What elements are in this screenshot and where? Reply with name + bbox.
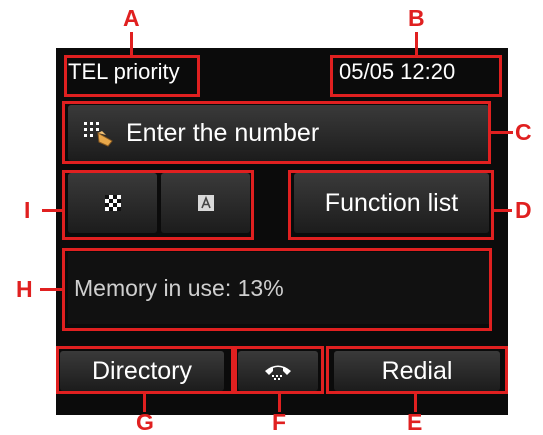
handset-icon — [265, 365, 291, 380]
callout-letter-i: I — [24, 197, 31, 223]
enter-number-label: Enter the number — [126, 118, 320, 147]
callout-letter-d: D — [515, 197, 532, 223]
callout-letter-g: G — [136, 409, 154, 435]
callout-letter-a: A — [123, 5, 140, 31]
callout-letter-e: E — [407, 409, 423, 435]
callout-letter-f: F — [272, 409, 287, 435]
enter-number-button[interactable]: Enter the number — [68, 105, 489, 161]
checker-icon — [104, 195, 121, 211]
callout-letter-c: C — [515, 119, 532, 145]
tel-priority-label: TEL priority — [68, 59, 180, 84]
callout-letter-b: B — [408, 5, 425, 31]
directory-button[interactable]: Directory — [60, 351, 224, 391]
hook-button[interactable] — [238, 351, 318, 391]
leader-b — [415, 32, 418, 56]
leader-a — [130, 32, 133, 56]
image-quality-buttons — [68, 173, 250, 233]
redial-button[interactable]: Redial — [334, 351, 500, 391]
letter-a-icon — [197, 195, 214, 211]
fax-standby-screen: TEL priority 05/05 12:20 Enter the numbe… — [56, 48, 508, 415]
quality-fine-button[interactable] — [68, 173, 157, 233]
datetime-label: 05/05 12:20 — [339, 59, 456, 84]
callout-letter-h: H — [16, 276, 33, 302]
function-list-button[interactable]: Function list — [294, 173, 489, 233]
memory-usage-panel: Memory in use: 13% — [68, 252, 489, 324]
quality-text-button[interactable] — [161, 173, 250, 233]
leader-h — [40, 288, 62, 291]
leader-d — [494, 209, 512, 212]
memory-usage-label: Memory in use: 13% — [74, 274, 284, 301]
leader-i — [42, 209, 62, 212]
dial-pad-hand-icon — [84, 122, 113, 147]
leader-c — [491, 131, 513, 134]
